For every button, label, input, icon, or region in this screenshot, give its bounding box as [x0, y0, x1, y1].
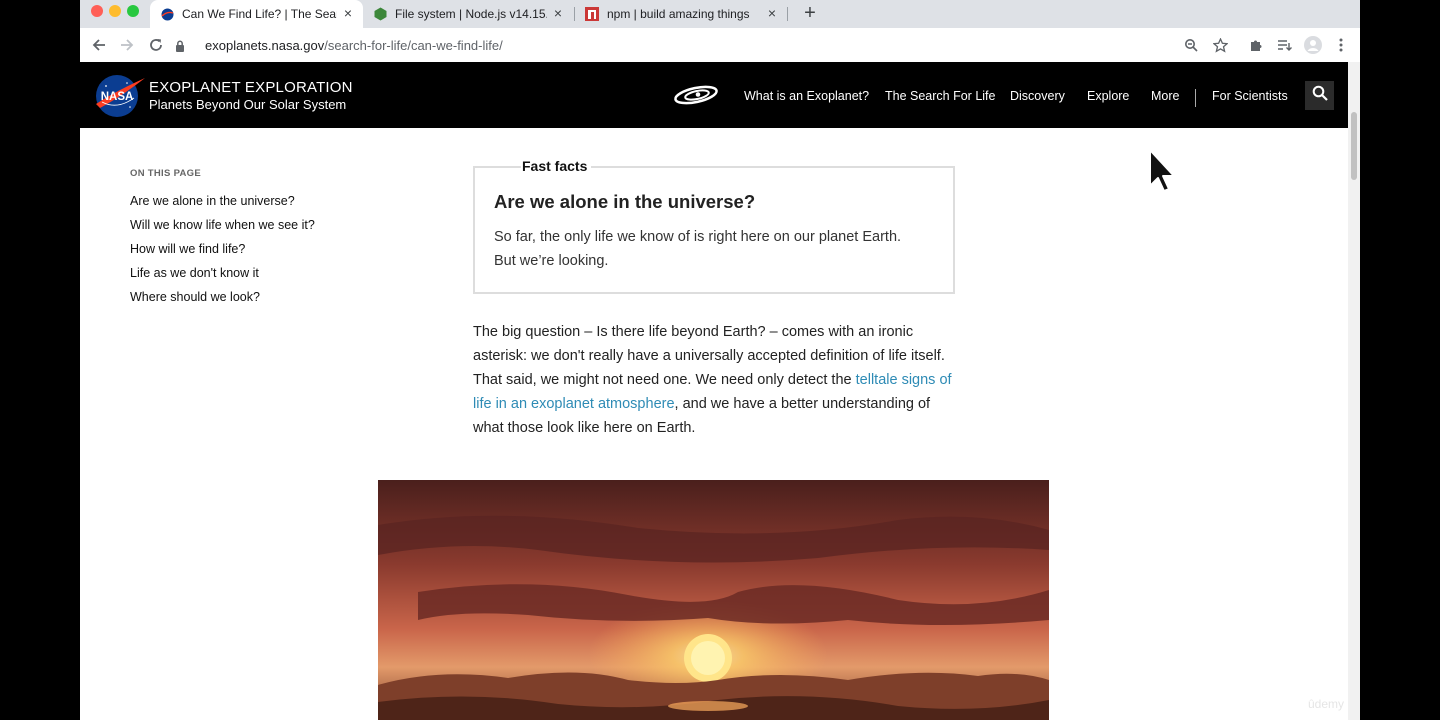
forward-icon[interactable] — [117, 35, 137, 55]
tab-title: File system | Node.js v14.15.4 Documenta… — [395, 7, 547, 21]
nav-the-search-for-life[interactable]: The Search For Life — [885, 89, 995, 103]
bookmark-star-icon[interactable] — [1210, 35, 1230, 55]
browser-chrome: Can We Find Life? | The Search for Life … — [80, 0, 1360, 62]
nav-more[interactable]: More — [1151, 89, 1179, 103]
nav-discovery[interactable]: Discovery — [1010, 89, 1065, 103]
tab-nodejs[interactable]: File system | Node.js v14.15.4 Documenta… — [363, 0, 573, 28]
mouse-cursor-icon — [1148, 148, 1178, 194]
close-tab-icon[interactable]: × — [765, 6, 779, 20]
toc-item-alone-in-universe[interactable]: Are we alone in the universe? — [130, 194, 295, 208]
toc-heading: ON THIS PAGE — [130, 168, 201, 179]
site-search-button[interactable] — [1305, 81, 1334, 110]
nasa-favicon-icon — [160, 7, 174, 21]
tab-title: Can We Find Life? | The Search for Life — [182, 7, 337, 21]
site-subtitle: Planets Beyond Our Solar System — [149, 97, 347, 112]
kebab-menu-icon[interactable] — [1331, 35, 1351, 55]
nav-divider — [1195, 89, 1196, 107]
page-scrollbar[interactable] — [1348, 62, 1360, 720]
alien-sunset-image — [378, 480, 1049, 720]
toc-item-know-life[interactable]: Will we know life when we see it? — [130, 218, 315, 232]
nodejs-favicon-icon — [373, 7, 387, 21]
udemy-watermark: ûdemy — [1308, 697, 1345, 711]
intro-paragraph: The big question – Is there life beyond … — [473, 320, 963, 440]
tab-separator — [787, 7, 788, 21]
back-icon[interactable] — [89, 35, 109, 55]
tab-npm[interactable]: npm | build amazing things × — [575, 0, 787, 28]
nasa-logo[interactable]: NASA — [94, 74, 146, 118]
maximize-window-button[interactable] — [127, 5, 139, 17]
toc-item-where-to-look[interactable]: Where should we look? — [130, 290, 260, 304]
fast-facts-line: But we’re looking. — [494, 253, 609, 269]
lock-icon — [175, 40, 191, 52]
fast-facts-label: Fast facts — [521, 158, 592, 174]
close-tab-icon[interactable]: × — [551, 6, 565, 20]
url-host: exoplanets.nasa.gov — [205, 38, 325, 53]
close-tab-icon[interactable]: × — [341, 6, 355, 20]
nav-for-scientists[interactable]: For Scientists — [1212, 89, 1288, 103]
url-path: /search-for-life/can-we-find-life/ — [324, 38, 503, 53]
reading-list-icon[interactable] — [1274, 35, 1294, 55]
tab-title: npm | build amazing things — [607, 7, 750, 21]
close-window-button[interactable] — [91, 5, 103, 17]
address-bar[interactable]: exoplanets.nasa.gov/search-for-life/can-… — [175, 32, 1275, 59]
extensions-puzzle-icon[interactable] — [1246, 35, 1266, 55]
scrollbar-thumb[interactable] — [1351, 112, 1357, 180]
minimize-window-button[interactable] — [109, 5, 121, 17]
toc-item-find-life[interactable]: How will we find life? — [130, 242, 245, 256]
zoom-icon[interactable] — [1181, 35, 1201, 55]
nav-explore[interactable]: Explore — [1087, 89, 1129, 103]
npm-favicon-icon — [585, 7, 599, 21]
tab-strip: Can We Find Life? | The Search for Life … — [80, 0, 1360, 28]
site-header: NASA EXOPLANET EXPLORATION Planets Beyon… — [80, 62, 1348, 128]
toc-item-life-as-we-dont-know[interactable]: Life as we don't know it — [130, 266, 259, 280]
galaxy-icon[interactable] — [673, 84, 719, 106]
browser-toolbar: exoplanets.nasa.gov/search-for-life/can-… — [80, 28, 1360, 62]
profile-avatar[interactable] — [1303, 35, 1323, 55]
fast-facts-line: So far, the only life we know of is righ… — [494, 229, 902, 245]
tab-nasa[interactable]: Can We Find Life? | The Search for Life … — [150, 0, 363, 28]
fast-facts-body: So far, the only life we know of is righ… — [494, 225, 944, 273]
fast-facts-title: Are we alone in the universe? — [494, 191, 756, 212]
new-tab-button[interactable]: + — [800, 3, 820, 24]
reload-icon[interactable] — [146, 35, 166, 55]
nav-what-is-an-exoplanet[interactable]: What is an Exoplanet? — [744, 89, 869, 103]
search-icon — [1312, 85, 1328, 106]
site-title[interactable]: EXOPLANET EXPLORATION — [149, 79, 353, 96]
